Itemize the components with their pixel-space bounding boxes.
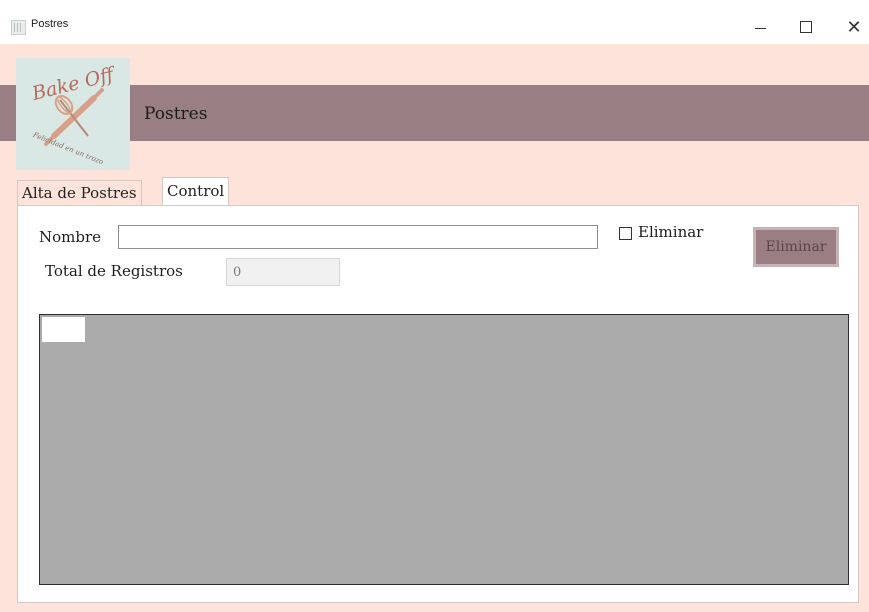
close-button[interactable]: ✕ — [834, 10, 869, 44]
eliminar-button[interactable]: Eliminar — [753, 227, 839, 267]
logo-tagline: Felicidad en un trozo — [31, 130, 104, 166]
minimize-button[interactable] — [740, 10, 780, 44]
nombre-label: Nombre — [39, 228, 102, 246]
maximize-icon — [800, 21, 812, 33]
records-grid[interactable] — [39, 314, 849, 585]
total-registros-field — [226, 258, 340, 286]
bake-off-logo: Bake Off Felicidad en un trozo — [16, 58, 130, 170]
tab-control[interactable]: Control — [162, 177, 230, 207]
nombre-input[interactable] — [118, 225, 598, 249]
tab-alta-de-postres[interactable]: Alta de Postres — [17, 180, 142, 206]
app-window: Postres ✕ Bake Off Felicidad en un trozo… — [0, 0, 869, 612]
grid-corner-header[interactable] — [42, 317, 85, 342]
title-bar: Postres ✕ — [0, 0, 869, 44]
page-title: Postres — [144, 104, 208, 124]
close-icon: ✕ — [846, 16, 862, 38]
header-banner — [0, 85, 869, 141]
total-registros-label: Total de Registros — [45, 262, 183, 280]
app-icon — [11, 20, 26, 35]
maximize-button[interactable] — [786, 10, 826, 44]
window-title: Postres — [31, 18, 69, 30]
logo-graphic: Bake Off Felicidad en un trozo — [29, 63, 119, 167]
eliminar-checkbox-label[interactable]: Eliminar — [638, 223, 703, 241]
minimize-icon — [754, 27, 766, 29]
eliminar-checkbox[interactable] — [619, 227, 632, 240]
logo-text: Bake Off — [29, 63, 119, 106]
